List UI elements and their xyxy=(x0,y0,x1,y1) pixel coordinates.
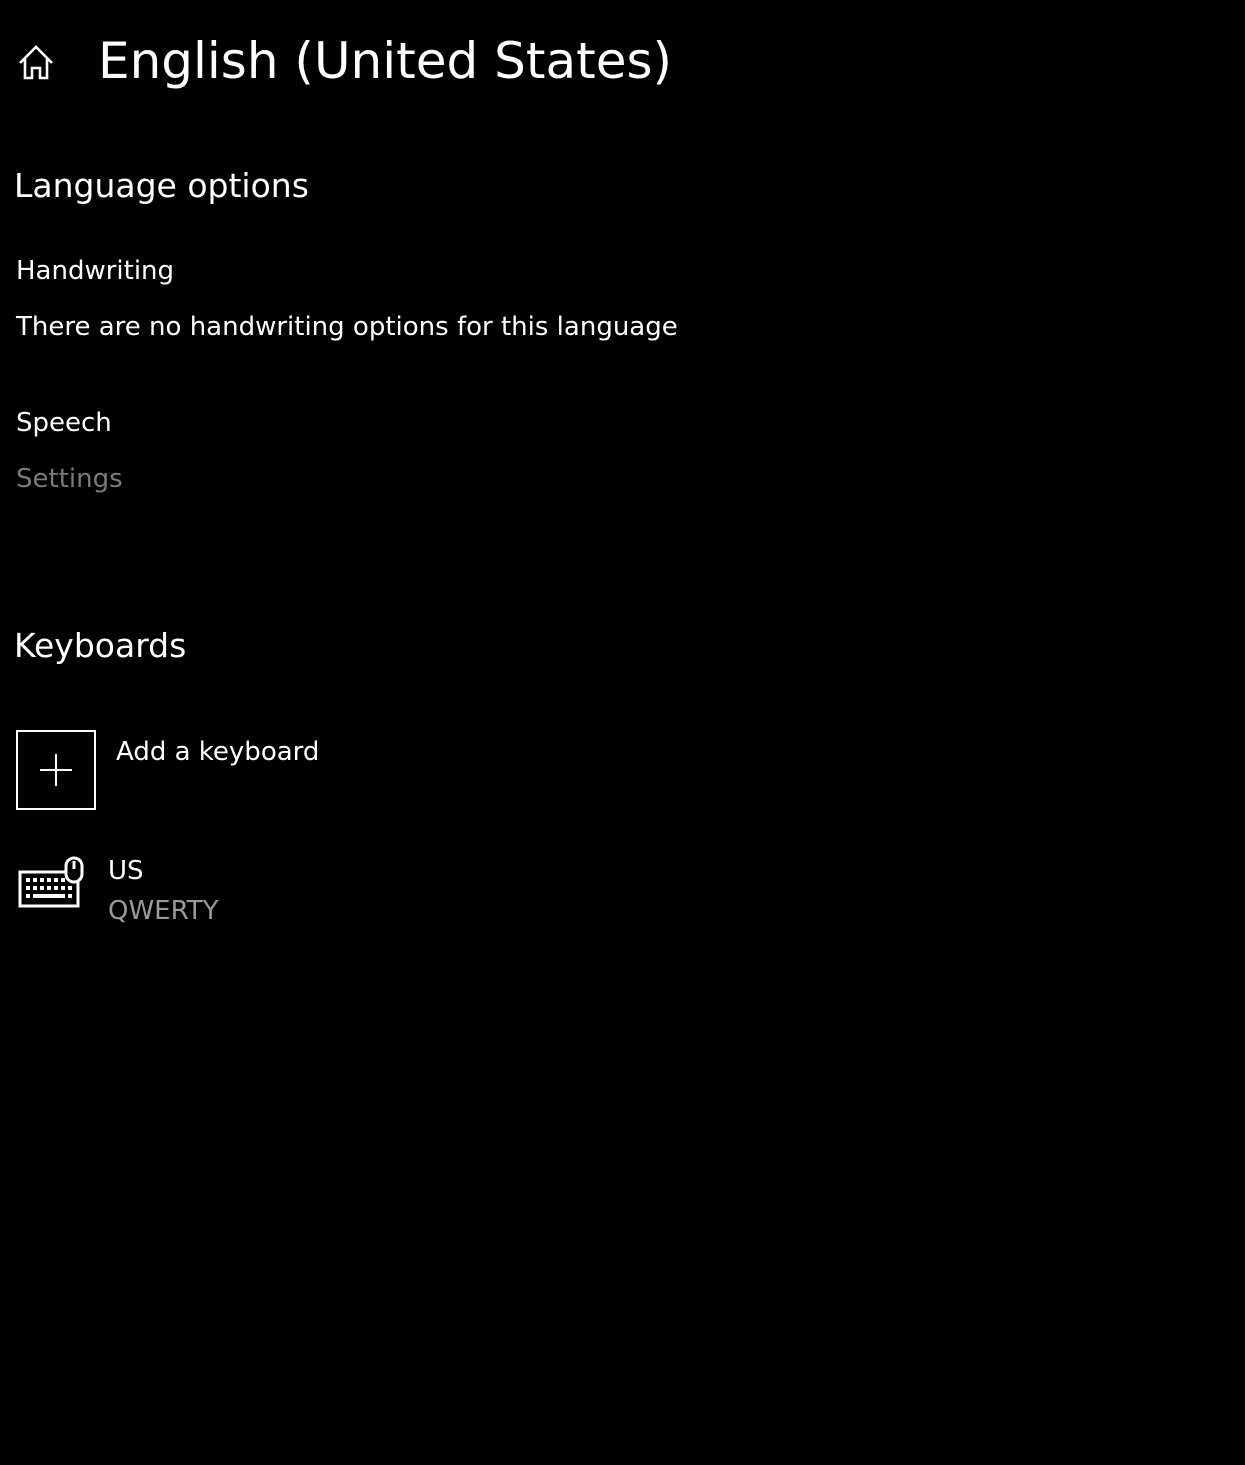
keyboard-item-us[interactable]: US QWERTY xyxy=(16,850,536,934)
speech-settings-link[interactable]: Settings xyxy=(16,461,123,497)
speech-label: Speech xyxy=(16,408,112,438)
keyboard-icon xyxy=(18,856,84,908)
page-header: English (United States) xyxy=(0,0,1245,125)
home-button[interactable] xyxy=(10,36,62,88)
keyboard-layout: QWERTY xyxy=(108,896,219,926)
add-keyboard-label: Add a keyboard xyxy=(116,737,320,767)
plus-icon xyxy=(16,730,96,810)
keyboards-heading: Keyboards xyxy=(14,626,187,665)
handwriting-description: There are no handwriting options for thi… xyxy=(16,312,678,342)
home-icon xyxy=(19,45,53,80)
handwriting-label: Handwriting xyxy=(16,256,175,286)
keyboard-name: US xyxy=(108,856,144,886)
page-title: English (United States) xyxy=(98,32,673,90)
add-keyboard-button[interactable]: Add a keyboard xyxy=(16,730,436,810)
language-options-heading: Language options xyxy=(14,166,309,205)
